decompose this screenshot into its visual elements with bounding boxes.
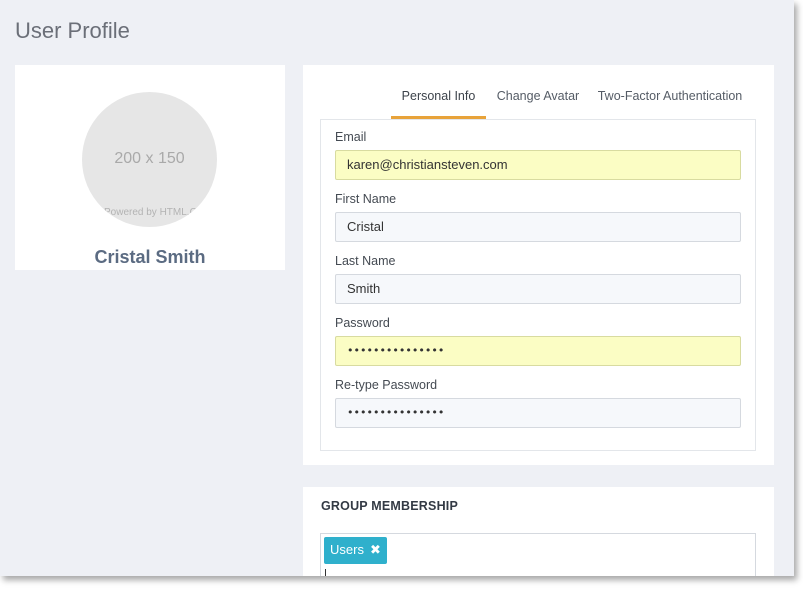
profile-card: 200 x 150 Powered by HTML.COM Cristal Sm…: [15, 65, 285, 270]
email-field[interactable]: karen@christiansteven.com: [335, 150, 741, 180]
tab-change-avatar[interactable]: Change Avatar: [493, 88, 583, 119]
group-tags-input[interactable]: Users ✖: [320, 533, 756, 576]
password-label: Password: [335, 316, 390, 330]
group-tag-label: Users: [330, 542, 364, 557]
email-label: Email: [335, 130, 367, 144]
group-membership-title: GROUP MEMBERSHIP: [321, 499, 459, 513]
last-name-label: Last Name: [335, 254, 396, 268]
tab-bar: Personal Info Change Avatar Two-Factor A…: [303, 65, 774, 119]
last-name-field[interactable]: Smith: [335, 274, 741, 304]
avatar-watermark: Powered by HTML.COM: [104, 207, 213, 218]
personal-info-card: Personal Info Change Avatar Two-Factor A…: [303, 65, 774, 465]
group-membership-card: GROUP MEMBERSHIP Users ✖: [303, 487, 774, 576]
avatar-placeholder-text: 200 x 150: [114, 150, 185, 167]
app-window: User Profile 200 x 150 Powered by HTML.C…: [0, 0, 794, 576]
tab-personal-info[interactable]: Personal Info: [391, 88, 486, 119]
tab-two-factor-authentication[interactable]: Two-Factor Authentication: [595, 88, 745, 119]
personal-info-form: Email karen@christiansteven.com First Na…: [320, 119, 756, 451]
first-name-field[interactable]: Cristal: [335, 212, 741, 242]
retype-password-field[interactable]: •••••••••••••••: [335, 398, 741, 428]
profile-name: Cristal Smith: [94, 247, 206, 267]
remove-tag-icon[interactable]: ✖: [370, 537, 381, 563]
group-tag-users: Users ✖: [324, 537, 387, 564]
first-name-label: First Name: [335, 192, 397, 206]
avatar: 200 x 150 Powered by HTML.COM: [82, 92, 217, 227]
text-cursor: [325, 569, 326, 576]
page-title: User Profile: [15, 18, 130, 43]
password-field[interactable]: •••••••••••••••: [335, 336, 741, 366]
retype-password-label: Re-type Password: [335, 378, 438, 392]
